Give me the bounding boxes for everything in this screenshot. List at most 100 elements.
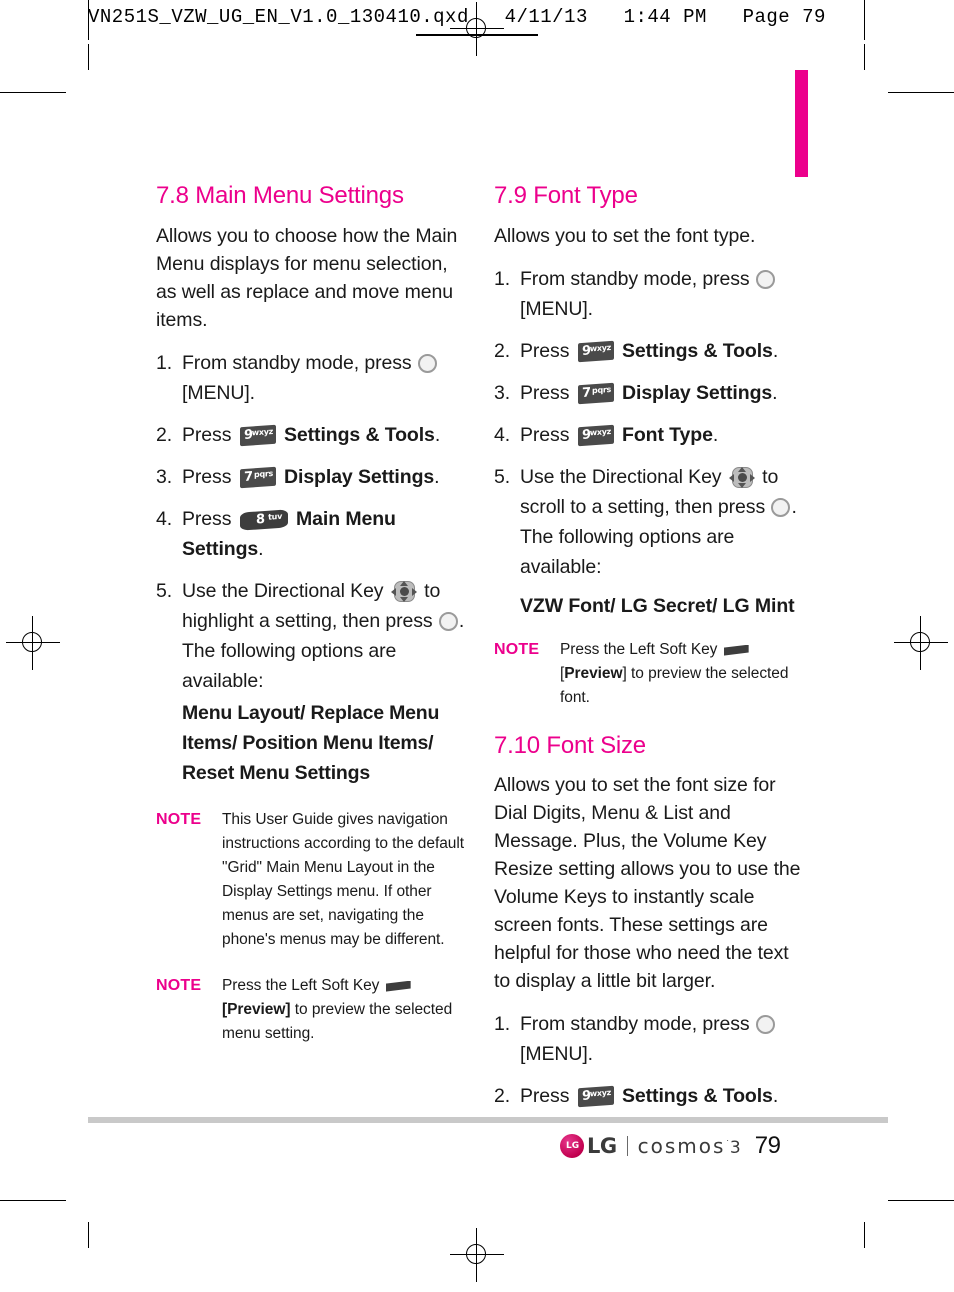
step-number: 2. [494,1085,511,1108]
step-text: From standby mode, press [520,267,750,290]
keycap-digit: 7 [581,384,591,401]
lg-wordmark: LG [587,1134,617,1158]
step-number: 4. [494,423,511,446]
right-column: 7.9 Font Type Allows you to set the font… [494,182,804,1123]
keycap-letters: wxyz [251,426,273,438]
menu-name: Settings & Tools [284,423,435,446]
step-number: 1. [156,351,173,374]
step-text: Use the Directional Key [520,465,722,488]
ok-key-icon [755,269,775,289]
section-heading-7-8: 7.8 Main Menu Settings [156,182,404,209]
keycap-letters: pqrs [253,468,273,479]
ok-key-icon [438,611,458,631]
step-item: 5. Use the Directional Key to highlight … [156,576,466,788]
keycap-digit: 8 [255,511,265,528]
left-soft-key-icon [723,644,749,656]
step-item: 2. Press 9 wxyz Settings & Tools. [494,336,804,366]
step-text-cont: [MENU]. [520,1043,593,1066]
keypad-7-pqrs-icon: 7 pqrs [239,466,276,488]
step-text: Press [520,339,570,362]
keypad-9-wxyz-icon: 9 wxyz [577,340,614,362]
directional-key-icon [390,580,417,603]
step-text: Use the Directional Key [182,579,384,602]
note-bracket-close: ] [622,664,627,682]
note-label: NOTE [156,810,202,828]
step-punct: . [772,1085,779,1108]
left-soft-key-icon [385,980,411,992]
step-item: 1. From standby mode, press [MENU]. [494,1009,804,1069]
step-number: 1. [494,1013,511,1036]
step-item: 1. From standby mode, press [MENU]. [494,264,804,324]
step-text-cont: [MENU]. [520,297,593,320]
menu-name: Settings & Tools [622,1085,773,1108]
note-label: NOTE [494,640,540,658]
step-number: 3. [494,381,511,404]
ok-key-icon [417,353,437,373]
steps-list-7-10: 1. From standby mode, press [MENU]. 2. P… [494,1009,804,1111]
ok-key-icon [771,497,791,517]
step-item: 4. Press 8 tuv Main Menu Settings. [156,504,466,564]
step-punct: . [772,339,779,362]
footer-divider [626,1136,628,1156]
step-number: 1. [494,267,511,290]
step-item: 1. From standby mode, press [MENU]. [156,348,466,408]
step-item: 4. Press 9 wxyz Font Type. [494,420,804,450]
note-bold-label: Preview [227,1000,286,1018]
page-content: 7.8 Main Menu Settings Allows you to cho… [0,0,954,1292]
step-punct: . [712,423,719,446]
step-punct: . [434,465,440,488]
step-text: Press [520,381,570,404]
step-item: 2. Press 9 wxyz Settings & Tools. [156,420,466,450]
section-intro-7-10: Allows you to set the font size for Dial… [494,774,801,993]
steps-list-7-8: 1. From standby mode, press [MENU]. 2. P… [156,348,466,788]
steps-list-7-9: 1. From standby mode, press [MENU]. 2. P… [494,264,804,582]
step-item: 5. Use the Directional Key to scroll to … [494,462,804,582]
note-text: Press the Left Soft Key [560,640,718,658]
available-options: Menu Layout/ Replace Menu Items/ Positio… [182,701,440,784]
left-column: 7.8 Main Menu Settings Allows you to cho… [156,182,466,1062]
footer-rule [88,1117,888,1123]
note-bold-label: Preview [564,664,623,682]
keycap-letters: tuv [267,511,282,522]
step-text: Press [182,423,232,446]
menu-name: Font Type [622,423,713,446]
step-text: Press [182,465,232,488]
available-options-7-9: VZW Font/ LG Secret/ LG Mint [520,594,795,617]
step-punct: . [258,537,264,560]
directional-key-icon [728,466,755,489]
step-text: From standby mode, press [520,1013,750,1036]
product-version: 3 [729,1138,741,1158]
keypad-7-pqrs-icon: 7 pqrs [577,382,614,404]
note-bracket-close: ] [285,1000,291,1018]
note-text: Press the Left Soft Key [222,976,380,994]
lg-logo-face: LG [566,1141,580,1151]
step-item: 3. Press 7 pqrs Display Settings. [156,462,466,492]
step-item: 3. Press 7 pqrs Display Settings. [494,378,804,408]
step-number: 4. [156,507,173,530]
section-heading-7-10: 7.10 Font Size [494,731,646,759]
keycap-letters: wxyz [589,342,611,354]
keycap-letters: wxyz [589,426,611,438]
keycap-letters: pqrs [591,384,611,395]
keycap-digit: 7 [243,468,253,485]
step-number: 2. [494,339,511,362]
page-footer: LG LG cosmos˙3 79 [560,1131,781,1161]
step-text-cont: [MENU]. [182,381,255,404]
keypad-9-wxyz-icon: 9 wxyz [577,424,614,446]
note-block: NOTE This User Guide gives navigation in… [156,808,466,952]
section-heading-7-9: 7.9 Font Type [494,182,638,209]
step-text: Press [520,423,570,446]
keycap-letters: wxyz [589,1088,611,1099]
note-label: NOTE [156,976,202,994]
product-name: cosmos˙3 [638,1134,741,1158]
section-intro-7-8: Allows you to choose how the Main Menu d… [156,224,458,331]
keypad-9-wxyz-icon: 9 wxyz [239,424,276,446]
step-text: From standby mode, press [182,351,412,374]
menu-name: Settings & Tools [622,339,773,362]
product-name-text: cosmos [637,1134,726,1158]
step-punct: . [772,381,778,404]
note-block: NOTE Press the Left Soft Key [Preview] t… [156,974,466,1046]
keypad-8-tuv-icon: 8 tuv [239,508,288,531]
step-item: 2. Press 9 wxyz Settings & Tools. [494,1081,804,1111]
lg-logo-icon: LG [560,1134,584,1158]
